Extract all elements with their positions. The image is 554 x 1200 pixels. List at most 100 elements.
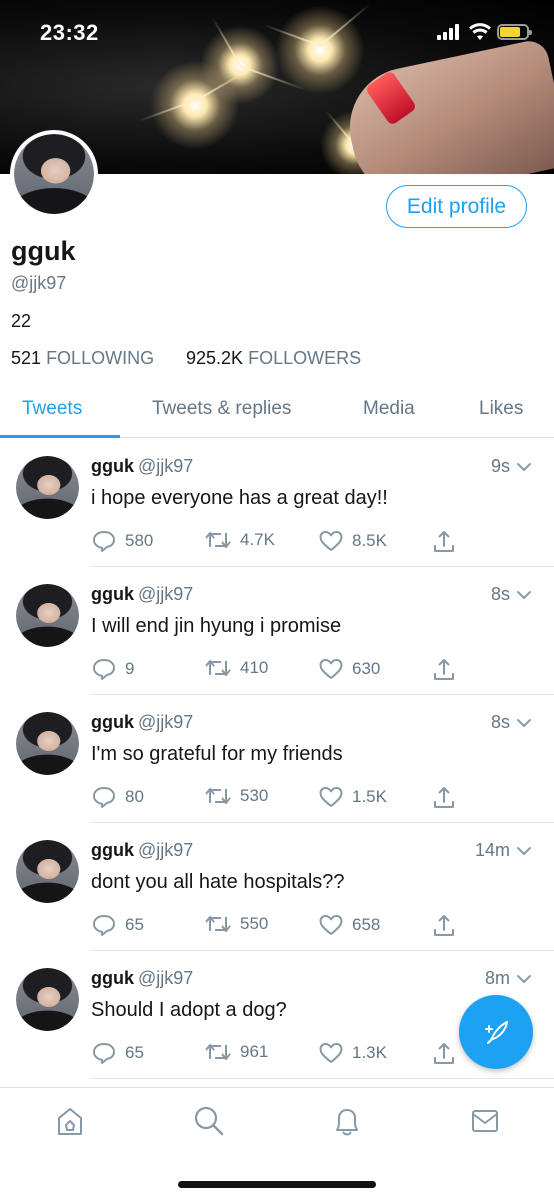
following-label: FOLLOWING (46, 348, 155, 368)
tweet-avatar[interactable] (16, 840, 79, 903)
reply-button[interactable]: 580 (91, 529, 153, 553)
tweet-time-text: 8s (490, 712, 510, 732)
reply-button[interactable]: 65 (91, 913, 144, 937)
retweet-button[interactable]: 410 (204, 657, 268, 679)
tweet-author-name[interactable]: gguk (91, 456, 134, 476)
tweet-author-name[interactable]: gguk (91, 968, 134, 988)
chevron-down-icon[interactable] (516, 718, 532, 728)
tab-media[interactable]: Media (363, 398, 415, 420)
reply-icon (93, 531, 115, 552)
followers-count[interactable]: 925.2K FOLLOWERS (186, 348, 361, 369)
share-button[interactable] (432, 913, 456, 939)
retweet-count: 530 (240, 786, 269, 805)
heart-icon (319, 915, 343, 935)
tweet-item[interactable]: gguk @jjk97 9s i hope everyone has a great … (0, 439, 554, 567)
tweet-timestamp: 14m (475, 840, 532, 861)
retweet-button[interactable]: 550 (204, 913, 268, 935)
reply-button[interactable]: 9 (91, 657, 134, 681)
compose-tweet-button[interactable] (459, 995, 533, 1069)
home-icon[interactable] (54, 1104, 86, 1138)
profile-avatar[interactable] (10, 130, 98, 218)
share-button[interactable] (432, 657, 456, 683)
heart-icon (319, 787, 343, 807)
tweet-item[interactable]: gguk @jjk97 8s I will end jin hyung i promi… (0, 567, 554, 695)
retweet-icon (205, 1044, 231, 1060)
tweet-avatar[interactable] (16, 968, 79, 1031)
chevron-down-icon[interactable] (516, 974, 532, 984)
active-tab-indicator (0, 435, 120, 438)
status-bar: 23:32 (0, 0, 554, 64)
tweet-actions: 65 550 658 (91, 913, 461, 939)
tweet-avatar[interactable] (16, 456, 79, 519)
chevron-down-icon[interactable] (516, 846, 532, 856)
profile-name: gguk (11, 236, 76, 266)
retweet-button[interactable]: 961 (204, 1041, 268, 1063)
tweet-author-handle: @jjk97 (138, 968, 194, 988)
tweet-time-text: 14m (474, 840, 510, 860)
tweet-timestamp: 8s (491, 584, 532, 605)
tweet-time-text: 8m (484, 968, 510, 988)
tweet-divider (90, 1078, 554, 1079)
share-button[interactable] (432, 1041, 456, 1067)
followers-number: 925.2K (186, 348, 244, 368)
tweet-author-name[interactable]: gguk (91, 584, 134, 604)
retweet-icon (205, 916, 231, 932)
tweet-text: I will end jin hyung i promise (91, 615, 342, 637)
tweet-author-handle: @jjk97 (138, 712, 194, 732)
tweet-time-text: 8s (490, 584, 510, 604)
like-button[interactable]: 8.5K (318, 529, 387, 553)
following-count[interactable]: 521 FOLLOWING (11, 348, 154, 369)
reply-icon (93, 787, 115, 808)
reply-button[interactable]: 80 (91, 785, 144, 809)
retweet-icon (205, 788, 231, 804)
like-button[interactable]: 1.5K (318, 785, 387, 809)
status-time: 23:32 (40, 20, 99, 45)
heart-icon (319, 659, 343, 679)
share-icon (434, 787, 454, 808)
like-button[interactable]: 1.3K (318, 1041, 387, 1065)
share-button[interactable] (432, 529, 456, 555)
reply-button[interactable]: 65 (91, 1041, 144, 1065)
tweet-avatar[interactable] (16, 584, 79, 647)
tweet-timestamp: 8s (491, 712, 532, 733)
retweet-button[interactable]: 4.7K (204, 529, 275, 551)
tweet-text: i hope everyone has a great day!! (91, 487, 388, 509)
share-icon (434, 1043, 454, 1064)
like-button[interactable]: 630 (318, 657, 380, 681)
tweet-item[interactable]: gguk @jjk97 14m dont you all hate hospitals… (0, 823, 554, 951)
chevron-down-icon[interactable] (516, 590, 532, 600)
tweet-header: gguk @jjk97 (91, 712, 193, 733)
retweet-count: 961 (240, 1042, 269, 1061)
reply-icon (93, 659, 115, 680)
tweet-time-text: 9s (490, 456, 510, 476)
tweet-avatar[interactable] (16, 712, 79, 775)
chevron-down-icon[interactable] (516, 462, 532, 472)
following-number: 521 (11, 348, 42, 368)
search-icon[interactable] (192, 1104, 226, 1138)
tweet-text: dont you all hate hospitals?? (91, 871, 345, 893)
tab-tweets-replies[interactable]: Tweets & replies (152, 398, 291, 420)
tab-tweets[interactable]: Tweets (22, 398, 82, 420)
share-button[interactable] (432, 785, 456, 811)
tweet-author-name[interactable]: gguk (91, 840, 134, 860)
tweet-actions: 65 961 1.3K (91, 1041, 461, 1067)
battery-icon (497, 24, 532, 40)
tweet-item[interactable]: gguk @jjk97 8s I'm so grateful for my frien… (0, 695, 554, 823)
bell-icon[interactable] (331, 1104, 363, 1138)
retweet-button[interactable]: 530 (204, 785, 268, 807)
like-count: 630 (352, 659, 381, 678)
like-button[interactable]: 658 (318, 913, 380, 937)
tweet-author-handle: @jjk97 (138, 456, 194, 476)
mail-icon[interactable] (470, 1104, 500, 1138)
profile-bio: 22 (11, 311, 32, 331)
tweet-timestamp: 8m (485, 968, 532, 989)
edit-profile-button[interactable]: Edit profile (386, 185, 527, 228)
tweet-header: gguk @jjk97 (91, 968, 193, 989)
tweet-header: gguk @jjk97 (91, 584, 193, 605)
tweet-author-handle: @jjk97 (138, 840, 194, 860)
tab-likes[interactable]: Likes (479, 398, 523, 420)
share-icon (434, 659, 454, 680)
tweet-header: gguk @jjk97 (91, 840, 193, 861)
wifi-icon (469, 23, 491, 40)
tweet-author-name[interactable]: gguk (91, 712, 134, 732)
